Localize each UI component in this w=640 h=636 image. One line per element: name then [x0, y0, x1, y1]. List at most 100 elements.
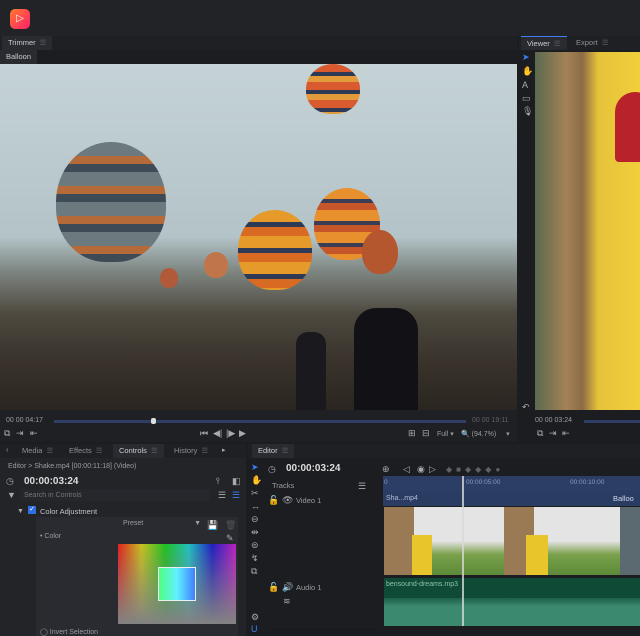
select-tool-icon[interactable]: ➤ — [522, 52, 530, 62]
effect-title: Color Adjustment — [40, 507, 98, 516]
tab-balloon[interactable]: Balloon — [0, 50, 38, 64]
insert-icon[interactable]: ⇥ — [16, 428, 24, 438]
tab-label: Export — [576, 38, 598, 47]
tab-label: History — [174, 446, 198, 455]
quality-select[interactable]: Full ▾ — [437, 430, 454, 438]
rate-tool-icon[interactable]: ↯ — [251, 553, 259, 563]
clock-icon: ◷ — [268, 464, 276, 474]
zoom-slider[interactable] — [268, 628, 378, 631]
keyframe-icon[interactable]: ◉ — [417, 464, 425, 474]
tab-history[interactable]: History ☰ — [168, 444, 214, 458]
tab-label: Effects — [69, 446, 92, 455]
tab-effects[interactable]: Effects ☰ — [63, 444, 109, 458]
editor-tabbar — [248, 444, 640, 458]
chevron-left-icon[interactable]: ‹ — [6, 446, 8, 456]
eye-icon[interactable]: 👁 — [282, 495, 293, 505]
tab-label: Editor — [258, 446, 278, 455]
settings-icon[interactable]: ⚙ — [251, 612, 259, 622]
tracks-menu-icon[interactable]: ☰ — [358, 481, 366, 491]
quality-value: Full — [437, 431, 449, 438]
tab-export[interactable]: Export ☰ — [570, 36, 614, 50]
mic-icon[interactable]: 🎙 — [522, 106, 533, 116]
detail-view-icon[interactable]: ☰ — [232, 490, 240, 500]
select-tool-icon[interactable]: ➤ — [251, 462, 259, 472]
skip-back-icon[interactable]: ⏮ — [200, 428, 208, 438]
menu-icon[interactable]: ☰ — [201, 444, 208, 458]
zoom-select[interactable]: 🔍 (94.7%) ▾ — [461, 430, 510, 438]
lock-icon[interactable]: 🔓 — [268, 582, 279, 592]
video-clip-thumbnails[interactable] — [384, 507, 620, 575]
add-marker-icon[interactable]: ⊕ — [382, 464, 390, 474]
save-preset-icon[interactable]: 💾 — [207, 520, 218, 530]
split-icon[interactable]: ⊞ — [408, 428, 416, 438]
insert-icon[interactable]: ⇥ — [549, 428, 557, 438]
video-track-label: Video 1 — [296, 496, 322, 505]
viewer-video — [535, 52, 640, 410]
save-frame-icon[interactable]: ⊟ — [422, 428, 430, 438]
menu-icon[interactable]: ☰ — [96, 444, 103, 458]
undo-icon[interactable]: ↶ — [522, 402, 530, 412]
tab-media[interactable]: Media ☰ — [16, 444, 59, 458]
play-icon[interactable]: ▶ — [239, 428, 246, 438]
ripple-tool-icon[interactable]: ⊖ — [251, 514, 259, 524]
step-forward-icon[interactable]: |▶ — [226, 428, 235, 438]
tab-controls[interactable]: Controls ☰ — [113, 444, 164, 458]
preset-value: Preset — [123, 520, 144, 527]
clock-icon: ◷ — [6, 476, 14, 486]
position-tool-icon[interactable]: ⧉ — [251, 566, 257, 576]
roll-tool-icon[interactable]: ⇹ — [251, 527, 259, 537]
step-back-icon[interactable]: ◀| — [213, 428, 222, 438]
menu-icon[interactable]: ☰ — [554, 37, 561, 51]
overwrite-icon[interactable]: ⇤ — [30, 428, 38, 438]
slip-tool-icon[interactable]: ↔ — [251, 501, 260, 511]
title-bar — [0, 0, 640, 36]
text-tool-icon[interactable]: A — [522, 80, 528, 90]
video-clip-header[interactable] — [383, 491, 640, 506]
menu-icon[interactable]: ☰ — [151, 444, 158, 458]
viewer-scrubber[interactable] — [584, 420, 640, 423]
pin-icon[interactable]: ⫯ — [216, 476, 220, 486]
trimmer-scrubber[interactable] — [54, 420, 466, 423]
razor-tool-icon[interactable]: ✂ — [251, 488, 259, 498]
effect-checkbox[interactable]: ✓ — [28, 506, 36, 514]
crop-icon[interactable]: ⧉ — [4, 428, 10, 438]
menu-icon[interactable]: ☰ — [602, 36, 609, 50]
eyedropper-icon[interactable]: ✎ — [226, 533, 234, 543]
hand-tool-icon[interactable]: ✋ — [522, 66, 533, 76]
zoom-value: (94.7%) — [471, 431, 497, 438]
invert-selection[interactable]: ◯ Invert Selection — [40, 628, 98, 636]
search-input[interactable] — [20, 489, 210, 501]
hand-tool-icon[interactable]: ✋ — [251, 475, 262, 485]
tracks-label: Tracks — [272, 481, 295, 490]
overwrite-icon[interactable]: ⇤ — [562, 428, 570, 438]
shape-tool-icon[interactable]: ▭ — [522, 93, 531, 103]
ruler-label: 00:00:10:00 — [570, 479, 605, 486]
preset-select[interactable]: Preset ▼ — [123, 520, 201, 530]
menu-icon[interactable]: ☰ — [282, 444, 289, 458]
panel-icon[interactable]: ◧ — [232, 476, 241, 486]
video-clip-label: Sha...mp4 — [386, 495, 418, 502]
video-clip2-thumbnail[interactable] — [620, 507, 640, 575]
next-keyframe-icon[interactable]: ▷ — [429, 464, 436, 474]
list-view-icon[interactable]: ☰ — [218, 490, 226, 500]
crop-icon[interactable]: ⧉ — [537, 428, 543, 438]
menu-icon[interactable]: ☰ — [40, 36, 47, 50]
prev-keyframe-icon[interactable]: ◁ — [403, 464, 410, 474]
menu-icon[interactable]: ☰ — [46, 444, 53, 458]
playhead[interactable] — [462, 476, 464, 626]
chevron-right-icon[interactable]: ▸ — [222, 446, 226, 456]
tab-viewer[interactable]: Viewer ☰ — [521, 36, 567, 50]
ruler-label: 0 — [384, 479, 388, 486]
speaker-icon[interactable]: 🔊 — [282, 582, 293, 592]
lock-icon[interactable]: 🔓 — [268, 495, 279, 505]
scrubber-handle[interactable] — [151, 418, 156, 424]
magnet-icon[interactable]: U — [251, 624, 258, 634]
tab-editor[interactable]: Editor ☰ — [252, 444, 295, 458]
slide-tool-icon[interactable]: ⊜ — [251, 540, 259, 550]
tab-trimmer[interactable]: Trimmer ☰ — [2, 36, 53, 50]
delete-preset-icon[interactable]: 🗑 — [225, 520, 236, 530]
expand-icon[interactable]: ▼ — [17, 507, 24, 517]
color-selection[interactable] — [158, 567, 196, 601]
waveform-icon[interactable]: ≋ — [283, 596, 291, 606]
keyframe-tools[interactable]: ◆■◆◆◆● — [446, 465, 504, 474]
